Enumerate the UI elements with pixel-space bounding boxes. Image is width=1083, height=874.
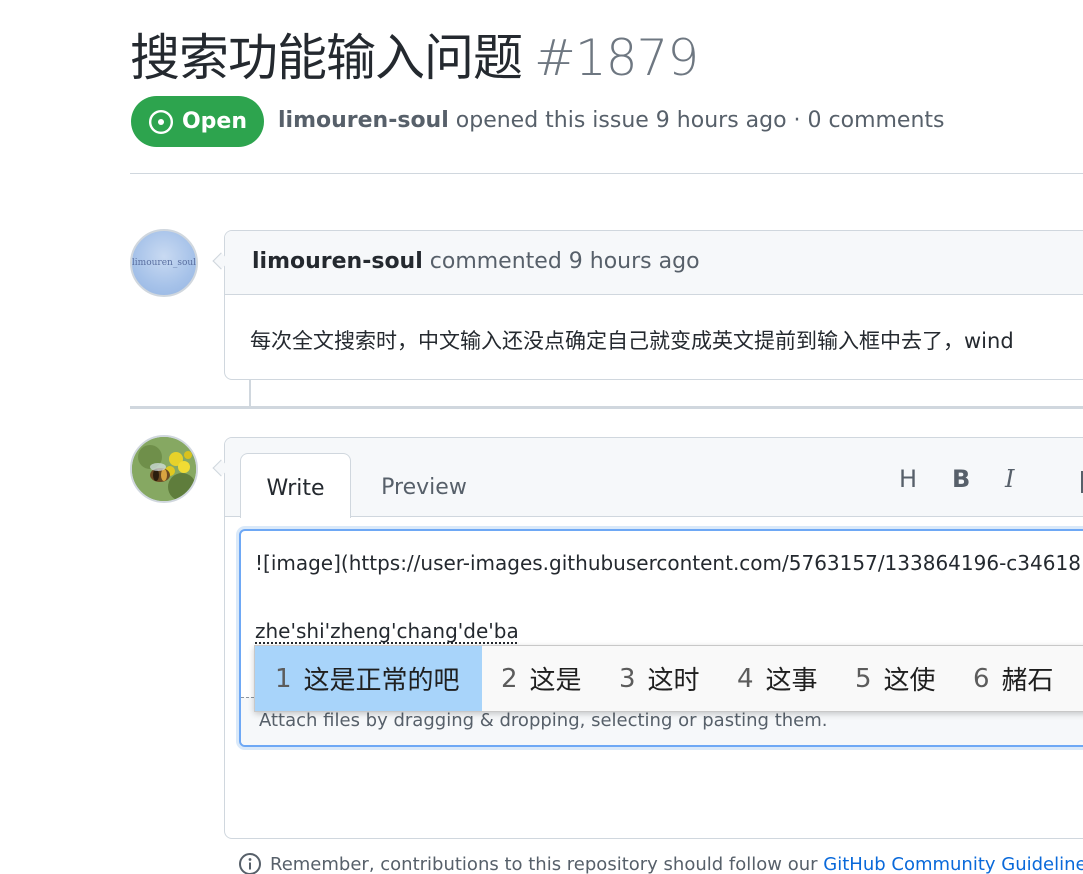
community-guidelines-link[interactable]: GitHub Community Guidelines: [823, 854, 1083, 874]
info-icon: [239, 853, 261, 874]
issue-state-badge: Open: [131, 96, 264, 147]
comment-time: commented 9 hours ago: [429, 249, 700, 274]
ime-candidate-1[interactable]: 1 这是正常的吧: [255, 646, 482, 711]
issue-author-link[interactable]: limouren-soul: [278, 108, 449, 133]
textarea-line-image-link: ![image](https://user-images.githubuserc…: [255, 551, 1081, 575]
tab-preview[interactable]: Preview: [365, 453, 483, 518]
issue-state-label: Open: [181, 109, 248, 134]
comment-header: limouren-soul commented 9 hours ago: [225, 231, 1083, 295]
issue-title: 搜索功能输入问题 #1879: [130, 18, 699, 90]
comment-body: 每次全文搜索时，中文输入还没点确定自己就变成英文提前到输入框中去了，wind: [250, 329, 1014, 353]
contribution-note-text: Remember, contributions to this reposito…: [270, 853, 818, 874]
ime-candidate-5[interactable]: 5 这使: [835, 646, 956, 711]
comment-author-link[interactable]: limouren-soul: [252, 249, 423, 274]
contribution-note: Remember, contributions to this reposito…: [238, 852, 1083, 874]
comment-textarea[interactable]: ![image](https://user-images.githubuserc…: [239, 529, 1083, 747]
editor-toolbar: Write Preview H B I: [225, 438, 1083, 518]
ime-candidate-3[interactable]: 3 这时: [599, 646, 720, 711]
avatar[interactable]: limouren_soul: [130, 229, 198, 297]
issue-meta-text: opened this issue 9 hours ago · 0 commen…: [455, 108, 945, 133]
heading-icon[interactable]: H: [899, 465, 917, 493]
issue-opened-icon: [148, 109, 173, 134]
ime-candidate-6[interactable]: 6 赭石: [953, 646, 1074, 711]
avatar-text: limouren_soul: [131, 258, 197, 268]
ime-candidate-2[interactable]: 2 这是: [481, 646, 602, 711]
timeline-line: [249, 380, 251, 408]
bold-icon[interactable]: B: [952, 465, 970, 493]
issue-meta: limouren-soul opened this issue 9 hours …: [278, 108, 945, 133]
textarea-line-composition: zhe'shi'zheng'chang'de'ba: [255, 619, 519, 643]
issue-title-text: 搜索功能输入问题: [130, 29, 523, 87]
ime-candidate-window: 1 这是正常的吧 2 这是 3 这时 4 这事 5 这使 6 赭石: [254, 645, 1083, 712]
tab-write[interactable]: Write: [240, 453, 351, 518]
header-divider: [130, 173, 1083, 174]
bee-flower-image: [132, 437, 196, 501]
comment-editor: Write Preview H B I ![image](https://use…: [224, 437, 1083, 839]
italic-icon[interactable]: I: [1005, 465, 1014, 493]
comment-box: limouren-soul commented 9 hours ago 每次全文…: [224, 230, 1083, 380]
issue-number: #1879: [534, 29, 699, 87]
attach-hint: Attach files by dragging & dropping, sel…: [259, 710, 828, 731]
timeline-divider: [130, 406, 1083, 409]
current-user-avatar[interactable]: [130, 435, 198, 503]
ime-candidate-4[interactable]: 4 这事: [717, 646, 838, 711]
